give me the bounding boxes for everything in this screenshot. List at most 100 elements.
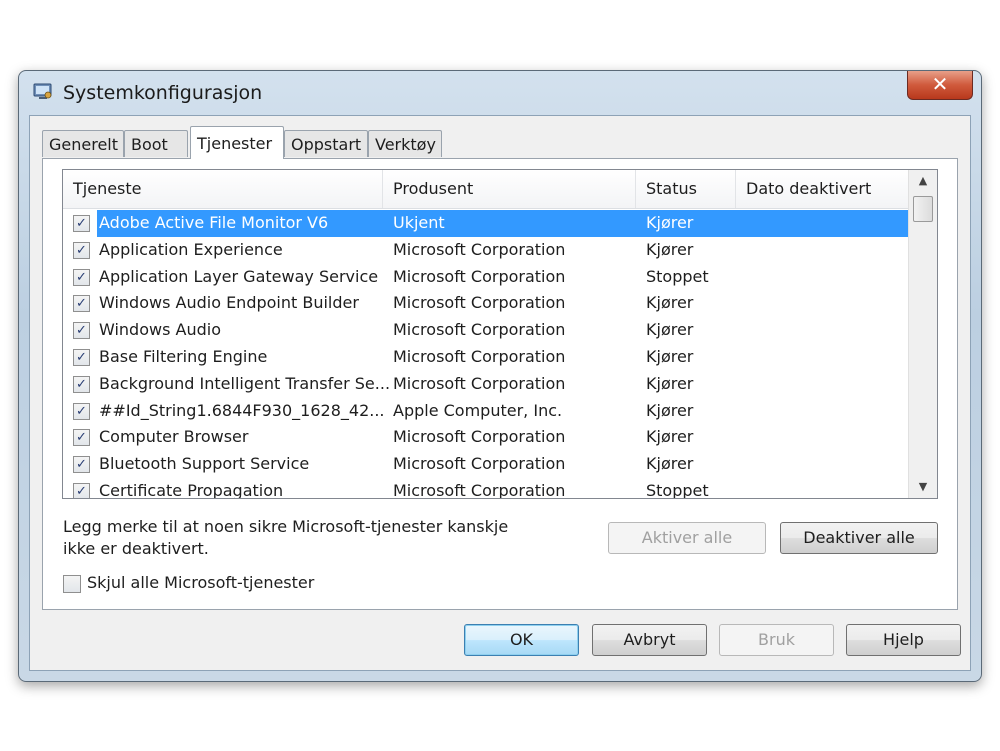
tab-boot[interactable]: Boot bbox=[124, 130, 188, 157]
checkmark-icon: ✓ bbox=[76, 242, 87, 258]
service-status: Kjører bbox=[646, 454, 694, 474]
title-bar[interactable]: Systemkonfigurasjon ✕ bbox=[19, 71, 981, 115]
scroll-up-icon[interactable]: ▲ bbox=[909, 170, 937, 192]
service-name: Base Filtering Engine bbox=[99, 346, 268, 366]
hide-microsoft-services-label[interactable]: Skjul alle Microsoft-tjenester bbox=[87, 573, 314, 592]
tab-label: Oppstart bbox=[291, 135, 362, 154]
hide-microsoft-services-checkbox[interactable] bbox=[63, 575, 81, 593]
column-header-service[interactable]: Tjeneste bbox=[63, 170, 383, 208]
service-checkbox[interactable]: ✓ bbox=[73, 375, 90, 393]
list-header: Tjeneste Produsent Status Dato deaktiver… bbox=[63, 170, 909, 209]
checkmark-icon: ✓ bbox=[76, 349, 87, 365]
services-rows: ✓ Adobe Active File Monitor V6 Ukjent Kjøre… bbox=[63, 210, 909, 499]
column-header-status[interactable]: Status bbox=[636, 170, 736, 208]
service-vendor: Microsoft Corporation bbox=[393, 293, 566, 313]
tab-label: Verktøy bbox=[375, 135, 436, 154]
service-status: Kjører bbox=[646, 213, 694, 232]
tab-oppstart[interactable]: Oppstart bbox=[284, 130, 368, 157]
service-checkbox[interactable]: ✓ bbox=[73, 268, 90, 286]
cancel-button[interactable]: Avbryt bbox=[592, 624, 707, 656]
column-header-date-disabled[interactable]: Dato deaktivert bbox=[736, 170, 909, 208]
service-vendor: Microsoft Corporation bbox=[393, 480, 566, 499]
service-checkbox[interactable]: ✓ bbox=[73, 295, 90, 313]
service-checkbox[interactable]: ✓ bbox=[73, 215, 90, 232]
checkmark-icon: ✓ bbox=[76, 376, 87, 392]
service-name: Windows Audio Endpoint Builder bbox=[99, 293, 359, 313]
vertical-scrollbar[interactable]: ▲ ▼ bbox=[908, 170, 937, 498]
services-tab-panel: Tjeneste Produsent Status Dato deaktiver… bbox=[42, 158, 958, 610]
column-header-vendor[interactable]: Produsent bbox=[383, 170, 636, 208]
tab-tjenester[interactable]: Tjenester bbox=[190, 126, 284, 159]
service-name: ##Id_String1.6844F930_1628_42... bbox=[99, 400, 385, 420]
service-status: Kjører bbox=[646, 293, 694, 313]
system-config-icon bbox=[33, 83, 52, 99]
service-vendor: Microsoft Corporation bbox=[393, 266, 566, 286]
service-status: Kjører bbox=[646, 373, 694, 393]
service-status: Kjører bbox=[646, 346, 694, 366]
checkmark-icon: ✓ bbox=[76, 430, 87, 446]
help-button[interactable]: Hjelp bbox=[846, 624, 961, 656]
service-status: Kjører bbox=[646, 400, 694, 420]
service-name: Application Experience bbox=[99, 239, 283, 259]
service-row[interactable]: ✓ Base Filtering Engine Microsoft Corporat… bbox=[63, 344, 909, 371]
apply-button[interactable]: Bruk bbox=[719, 624, 834, 656]
checkmark-icon: ✓ bbox=[76, 296, 87, 312]
service-row[interactable]: ✓ Background Intelligent Transfer Se... Mi… bbox=[63, 371, 909, 398]
checkmark-icon: ✓ bbox=[76, 323, 87, 339]
service-status: Kjører bbox=[646, 239, 694, 259]
service-name: Application Layer Gateway Service bbox=[99, 266, 379, 286]
service-vendor: Ukjent bbox=[393, 213, 445, 232]
tab-verktoy[interactable]: Verktøy bbox=[368, 130, 442, 157]
checkmark-icon: ✓ bbox=[76, 483, 87, 499]
service-checkbox[interactable]: ✓ bbox=[73, 402, 90, 420]
scroll-down-icon[interactable]: ▼ bbox=[909, 476, 937, 498]
service-row[interactable]: ✓ Application Layer Gateway Service Micros… bbox=[63, 264, 909, 291]
checkmark-icon: ✓ bbox=[76, 216, 87, 231]
microsoft-services-note: Legg merke til at noen sikre Microsoft-t… bbox=[63, 517, 509, 558]
service-vendor: Microsoft Corporation bbox=[393, 454, 566, 474]
tab-generelt[interactable]: Generelt bbox=[42, 130, 124, 157]
enable-all-button[interactable]: Aktiver alle bbox=[608, 522, 766, 554]
service-name: Bluetooth Support Service bbox=[99, 454, 310, 474]
system-configuration-window: Systemkonfigurasjon ✕ Generelt Boot Tjen… bbox=[18, 70, 982, 682]
service-vendor: Microsoft Corporation bbox=[393, 320, 566, 340]
service-checkbox[interactable]: ✓ bbox=[73, 456, 90, 474]
service-checkbox[interactable]: ✓ bbox=[73, 241, 90, 259]
ok-button[interactable]: OK bbox=[464, 624, 579, 656]
service-row[interactable]: ✓ Certificate Propagation Microsoft Corpor… bbox=[63, 478, 909, 499]
checkmark-icon: ✓ bbox=[76, 403, 87, 419]
close-button[interactable]: ✕ bbox=[907, 71, 973, 100]
service-row[interactable]: ✓ Computer Browser Microsoft Corporation Kj… bbox=[63, 424, 909, 451]
checkmark-icon: ✓ bbox=[76, 269, 87, 285]
service-vendor: Apple Computer, Inc. bbox=[393, 400, 563, 420]
service-name: Adobe Active File Monitor V6 bbox=[97, 210, 391, 237]
services-list[interactable]: Tjeneste Produsent Status Dato deaktiver… bbox=[62, 169, 938, 499]
tab-label: Tjenester bbox=[197, 134, 273, 153]
service-vendor: Microsoft Corporation bbox=[393, 346, 566, 366]
service-name: Computer Browser bbox=[99, 427, 249, 447]
tab-label: Generelt bbox=[49, 135, 119, 154]
service-vendor: Microsoft Corporation bbox=[393, 239, 566, 259]
service-row[interactable]: ✓ Bluetooth Support Service Microsoft Corp… bbox=[63, 451, 909, 478]
scrollbar-thumb[interactable] bbox=[913, 196, 933, 222]
dialog-client-area: Generelt Boot Tjenester Oppstart Verktøy… bbox=[29, 115, 971, 671]
service-row[interactable]: ✓ ##Id_String1.6844F930_1628_42... Apple C… bbox=[63, 398, 909, 425]
checkmark-icon: ✓ bbox=[76, 457, 87, 473]
service-name: Background Intelligent Transfer Se... bbox=[99, 373, 391, 393]
service-row[interactable]: ✓ Application Experience Microsoft Corpora… bbox=[63, 237, 909, 264]
close-icon: ✕ bbox=[931, 72, 949, 96]
service-row[interactable]: ✓ Adobe Active File Monitor V6 Ukjent Kjøre… bbox=[63, 210, 909, 237]
service-row[interactable]: ✓ Windows Audio Endpoint Builder Microsoft… bbox=[63, 290, 909, 317]
service-checkbox[interactable]: ✓ bbox=[73, 348, 90, 366]
service-checkbox[interactable]: ✓ bbox=[73, 429, 90, 447]
disable-all-button[interactable]: Deaktiver alle bbox=[780, 522, 938, 554]
service-row[interactable]: ✓ Windows Audio Microsoft Corporation Kjøre… bbox=[63, 317, 909, 344]
tab-label: Boot bbox=[131, 135, 168, 154]
service-status: Stoppet bbox=[646, 266, 709, 286]
service-status: Kjører bbox=[646, 320, 694, 340]
service-checkbox[interactable]: ✓ bbox=[73, 322, 90, 340]
service-vendor: Microsoft Corporation bbox=[393, 427, 566, 447]
service-vendor: Microsoft Corporation bbox=[393, 373, 566, 393]
service-status: Stoppet bbox=[646, 480, 709, 499]
service-checkbox[interactable]: ✓ bbox=[73, 482, 90, 499]
